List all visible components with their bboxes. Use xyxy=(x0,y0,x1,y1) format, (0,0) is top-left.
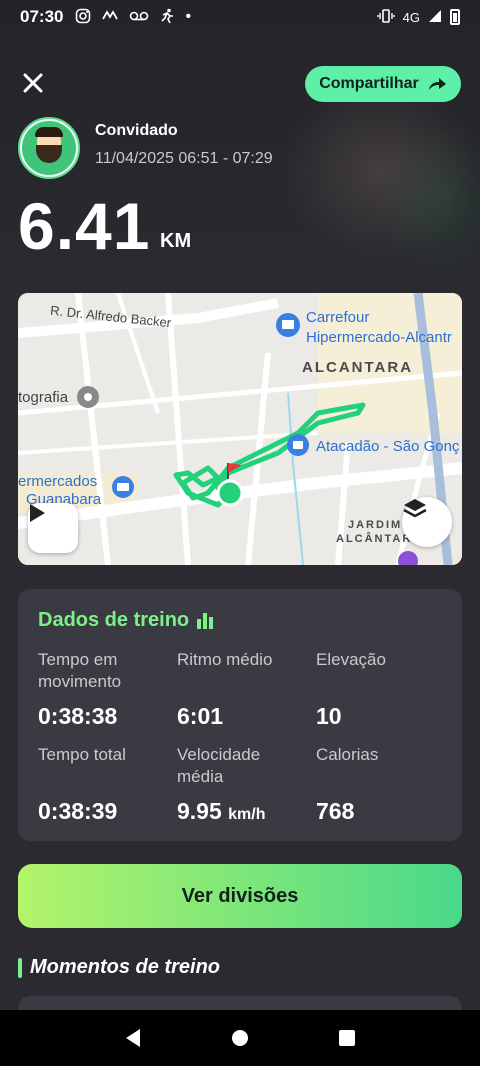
battery-icon xyxy=(450,9,460,25)
distance-unit: KM xyxy=(160,230,192,252)
network-type: 4G xyxy=(402,9,420,25)
training-data-title-text: Dados de treino xyxy=(38,609,190,631)
route-map[interactable]: R. Dr. Alfredo Backer Carrefour Hipermer… xyxy=(18,293,462,565)
avatar[interactable] xyxy=(18,117,80,179)
system-status-icons: 4G xyxy=(376,8,460,26)
route-playback-button[interactable] xyxy=(28,503,78,553)
bar-chart-icon xyxy=(197,612,214,629)
training-moments-title: Momentos de treino xyxy=(30,956,221,978)
home-icon[interactable] xyxy=(230,1028,250,1048)
recent-apps-icon[interactable] xyxy=(338,1029,356,1047)
map-label-district: ALCANTARA xyxy=(302,359,414,376)
dot-icon: • xyxy=(185,8,192,25)
stat-label: Tempo total xyxy=(38,745,126,764)
running-icon xyxy=(159,8,175,27)
app-notification-icon xyxy=(101,9,119,26)
stat-label: Ritmo médio xyxy=(177,650,273,669)
map-label-carrefour-1: Carrefour xyxy=(306,309,370,326)
share-button-label: Compartilhar xyxy=(319,75,419,92)
activity-date-range: 11/04/2025 06:51 - 07:29 xyxy=(95,150,273,167)
map-label-carrefour-2: Hipermercado-Alcantr xyxy=(306,329,452,346)
training-data-card: Dados de treino Tempo em movimento 0:38:… xyxy=(18,589,462,841)
status-bar: 07:30 • 4G xyxy=(0,0,480,34)
map-label-jardim-1: JARDIM xyxy=(348,519,403,531)
view-splits-button[interactable]: Ver divisões xyxy=(18,864,462,928)
training-data-title: Dados de treino xyxy=(38,609,442,632)
voicemail-icon xyxy=(129,9,149,25)
stat-unit: km/h xyxy=(228,806,266,823)
close-icon xyxy=(23,73,43,93)
distance-value: 6.41 xyxy=(18,189,151,263)
stat-label: Velocidade média xyxy=(177,745,261,786)
system-navigation-bar xyxy=(0,1010,480,1066)
avatar-illustration xyxy=(22,121,76,175)
user-name: Convidado xyxy=(95,122,178,139)
stat-moving-time: Tempo em movimento 0:38:38 xyxy=(38,649,178,729)
stat-value: 0:38:39 xyxy=(38,798,118,824)
stat-elevation: Elevação 10 xyxy=(316,649,456,729)
close-button[interactable] xyxy=(18,68,48,98)
signal-icon xyxy=(428,9,442,26)
layers-icon xyxy=(403,499,427,518)
stat-label: Elevação xyxy=(316,650,386,669)
stat-value: 10 xyxy=(316,703,342,729)
instagram-icon xyxy=(75,8,91,27)
notification-icons: • xyxy=(75,8,191,27)
stat-value: 9.95 km/h xyxy=(177,798,266,824)
share-button[interactable]: Compartilhar xyxy=(305,66,461,102)
map-label-atacadao: Atacadão - São Gonç xyxy=(316,438,460,455)
map-label-photo: tografia xyxy=(18,389,69,406)
map-label-guanabara-1: ermercados xyxy=(18,473,98,490)
stat-calories: Calorias 768 xyxy=(316,744,456,824)
stat-value: 768 xyxy=(316,798,355,824)
back-icon[interactable] xyxy=(124,1028,142,1048)
stat-label: Calorias xyxy=(316,745,379,764)
stat-value: 6:01 xyxy=(177,703,224,729)
stat-value: 0:38:38 xyxy=(38,703,118,729)
stat-label: Tempo em movimento xyxy=(38,650,122,691)
stat-total-time: Tempo total 0:38:39 xyxy=(38,744,178,824)
map-layers-button[interactable] xyxy=(402,497,452,547)
status-time: 07:30 xyxy=(20,7,64,26)
vibrate-icon xyxy=(376,8,395,26)
play-icon xyxy=(30,504,45,522)
share-arrow-icon xyxy=(428,78,446,90)
stat-avg-speed: Velocidade média 9.95 km/h xyxy=(177,744,317,824)
training-moments-header: Momentos de treino xyxy=(18,956,220,979)
section-accent-bar xyxy=(18,957,22,978)
stat-avg-pace: Ritmo médio 6:01 xyxy=(177,649,317,729)
